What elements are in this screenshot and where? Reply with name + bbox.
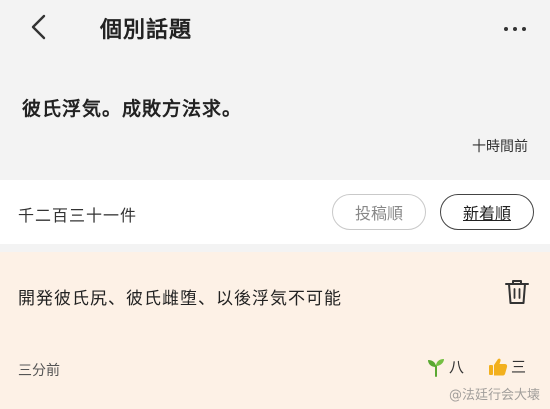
more-horizontal-icon bbox=[502, 27, 529, 31]
delete-button[interactable] bbox=[504, 278, 532, 308]
like-count: 三 bbox=[511, 358, 527, 376]
sort-bar: 千二百三十一件 投稿順 新着順 bbox=[0, 180, 550, 244]
sort-by-post-button[interactable]: 投稿順 bbox=[332, 194, 426, 230]
trash-icon bbox=[505, 280, 529, 304]
chevron-left-icon bbox=[31, 14, 46, 40]
sort-by-newest-button[interactable]: 新着順 bbox=[440, 194, 534, 230]
watermark: @法廷行会大壊 bbox=[448, 388, 540, 403]
comment-text: 開発彼氏尻、彼氏雌堕、以後浮気不可能 bbox=[18, 289, 342, 309]
thumbs-up-icon bbox=[489, 358, 508, 375]
topic-timestamp: 十時間前 bbox=[472, 139, 528, 155]
sprout-icon bbox=[428, 358, 444, 377]
sprout-reaction-button[interactable]: 八 bbox=[426, 356, 464, 377]
comment-count: 千二百三十一件 bbox=[18, 206, 138, 225]
topic-title: 彼氏浮気。成敗方法求。 bbox=[22, 98, 243, 120]
more-button[interactable] bbox=[500, 14, 530, 44]
comment-timestamp: 三分前 bbox=[18, 363, 60, 379]
back-button[interactable] bbox=[24, 12, 54, 42]
comment-item: 開発彼氏尻、彼氏雌堕、以後浮気不可能 三分前 八 三 @法廷行会大壊 bbox=[0, 252, 550, 409]
app-header: 個別話題 bbox=[0, 0, 550, 60]
sprout-count: 八 bbox=[449, 358, 465, 376]
page-title: 個別話題 bbox=[100, 18, 193, 43]
like-reaction-button[interactable]: 三 bbox=[488, 356, 526, 377]
topic-card: 彼氏浮気。成敗方法求。 十時間前 bbox=[0, 60, 550, 174]
